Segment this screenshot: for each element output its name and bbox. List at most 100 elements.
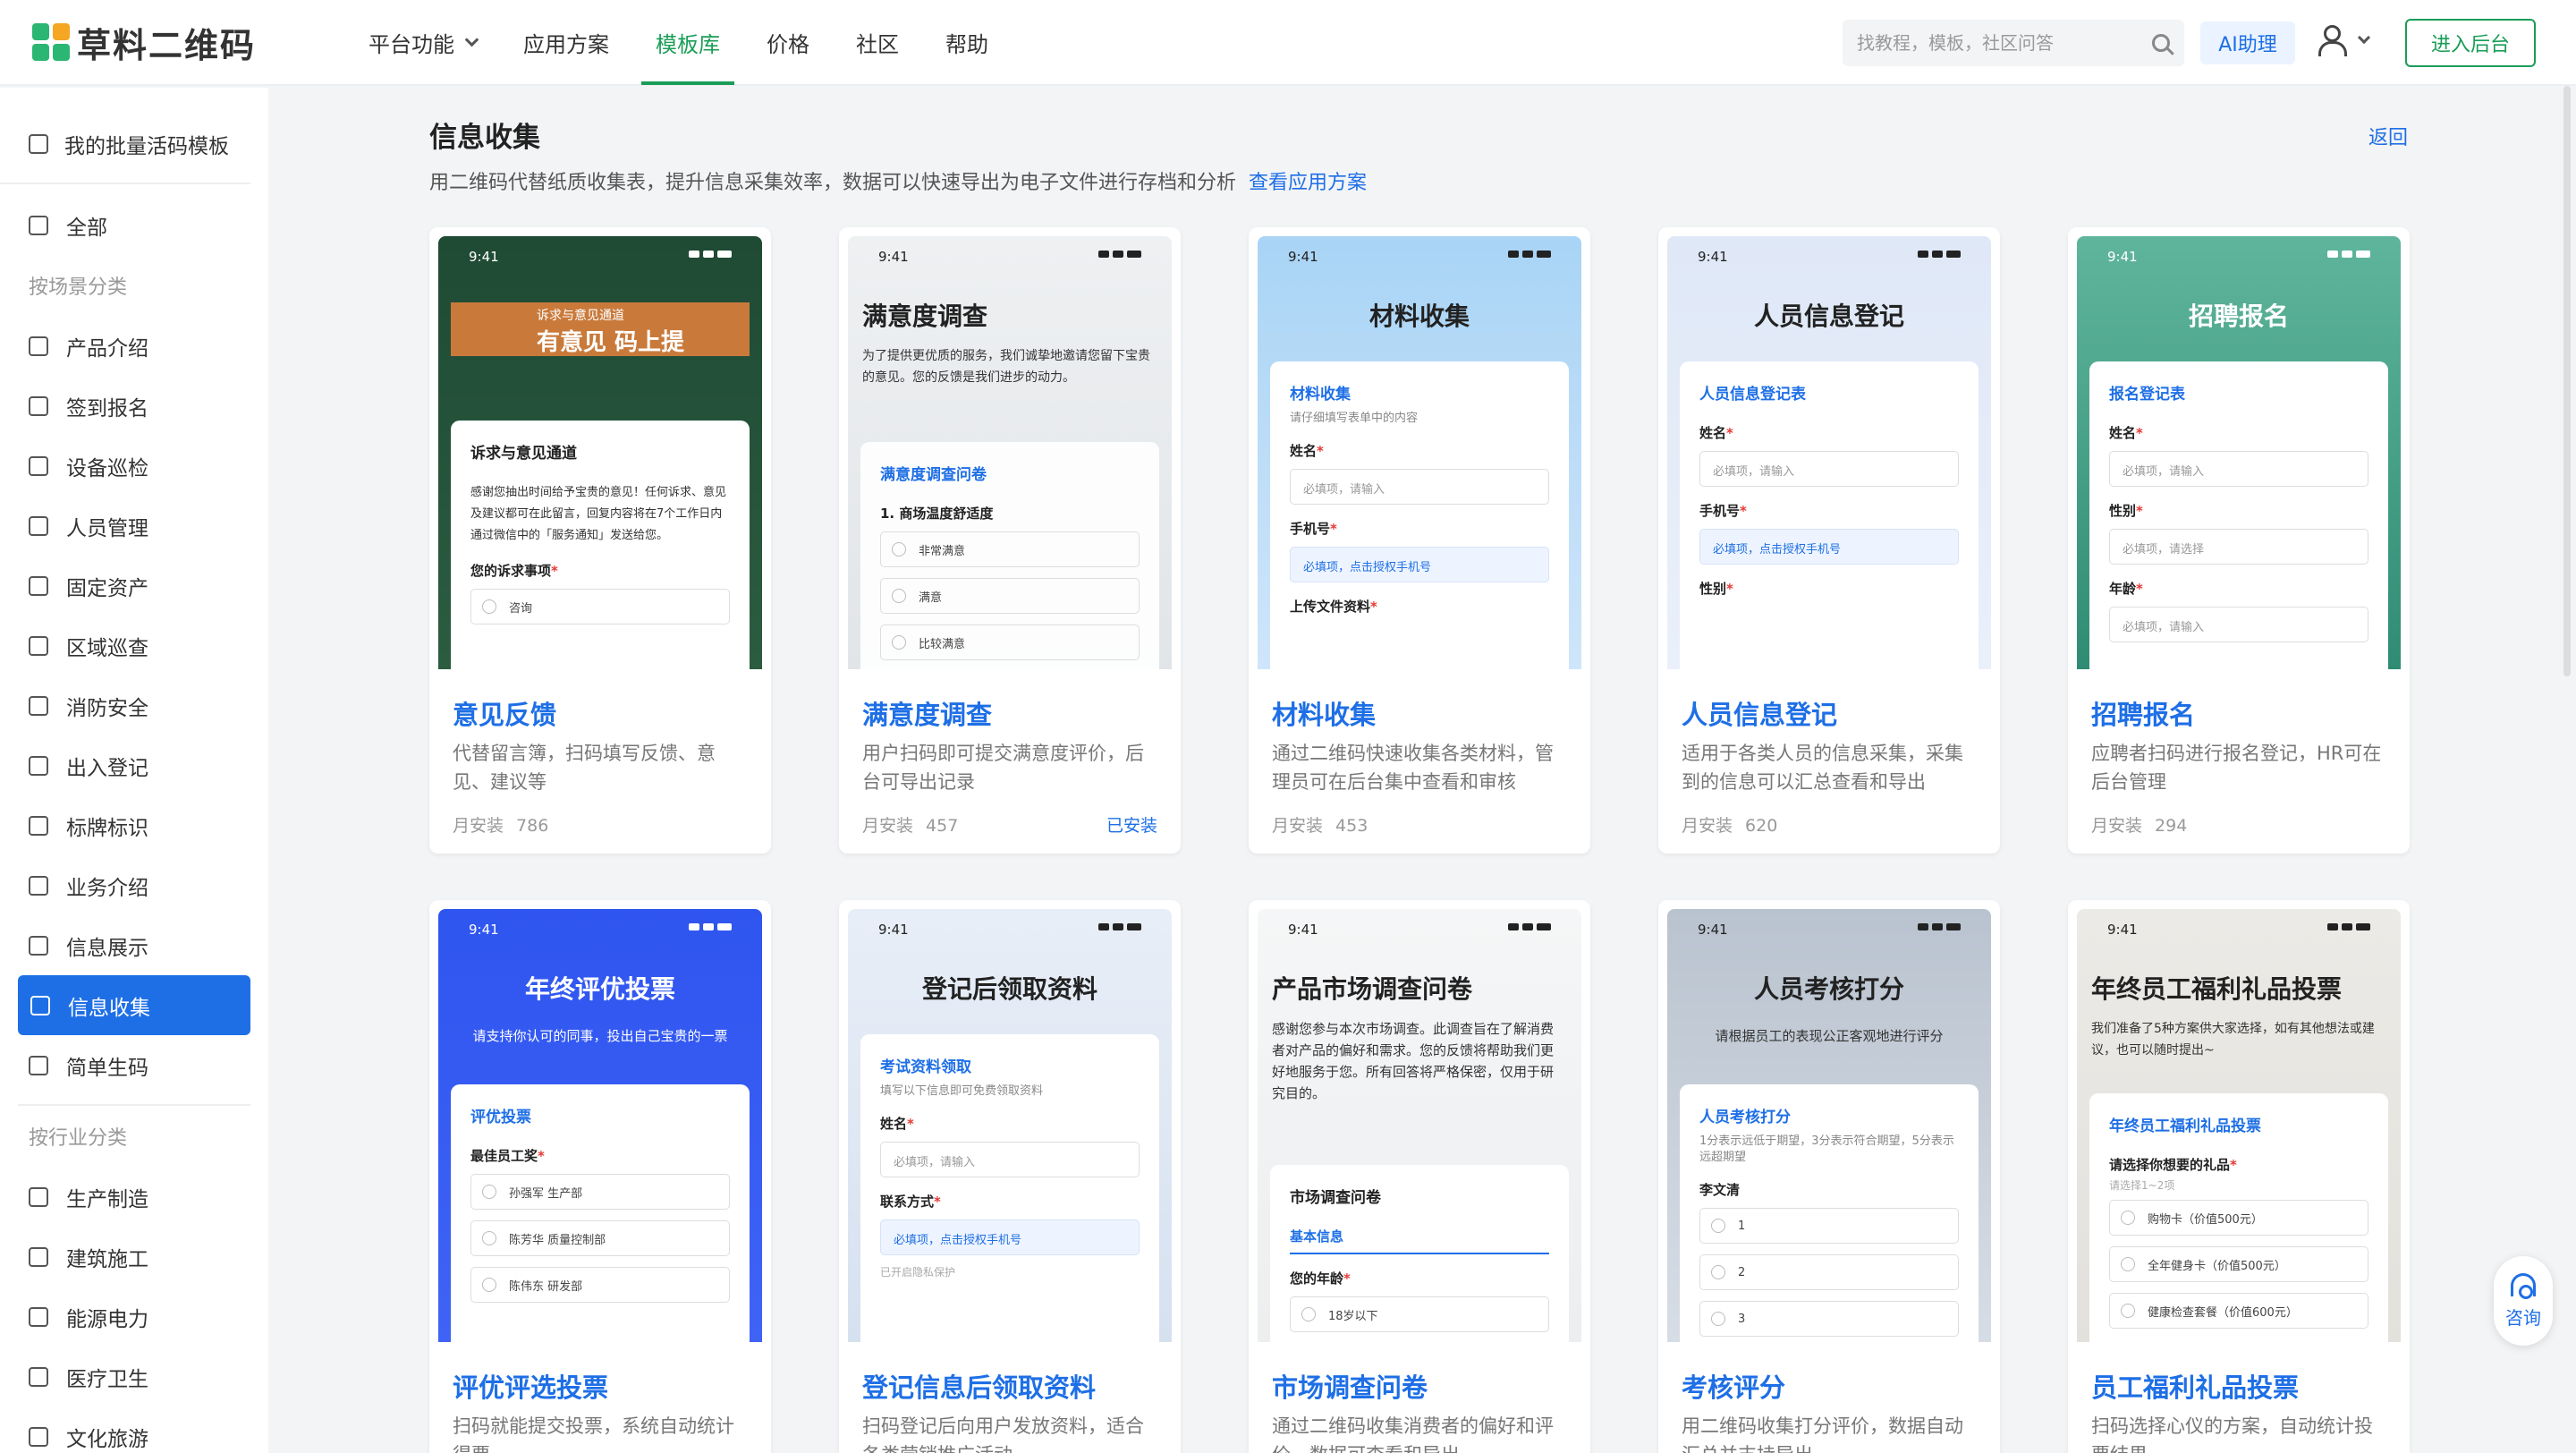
- category-icon: [29, 935, 48, 956]
- status-time: 9:41: [1288, 249, 1318, 265]
- template-card[interactable]: 9:41 年终员工福利礼品投票 我们准备了5种方案供大家选择，如有其他想法或建议，也…: [2068, 900, 2410, 1453]
- template-card[interactable]: 9:41 产品市场调查问卷 感谢您参与本次市场调查。此调查旨在了解消费者对产品的偏好…: [1249, 900, 1590, 1453]
- headset-icon: [2511, 1272, 2536, 1299]
- required-mark: *: [2136, 503, 2143, 519]
- form-field-label: 请选择你想要的礼品*: [2109, 1155, 2368, 1174]
- nav-template-library[interactable]: 模板库: [632, 0, 743, 85]
- template-card[interactable]: 9:41 材料收集 材料收集 请仔细填写表单中的内容 姓名* 必填项，请输入 手机号* 必填项…: [1249, 227, 1590, 854]
- phone-status-bar: 9:41: [1667, 236, 1991, 272]
- back-link[interactable]: 返回: [2368, 122, 2408, 150]
- option-text: 比较满意: [919, 637, 966, 651]
- nav-label: 平台功能: [369, 31, 454, 57]
- form-field-label: 姓名*: [1290, 441, 1549, 460]
- sidebar-item[interactable]: 区域巡查: [0, 616, 268, 676]
- install-label: 月安装: [2091, 816, 2143, 836]
- sidebar-item[interactable]: 业务介绍: [0, 855, 268, 915]
- sidebar-item[interactable]: 能源电力: [0, 1287, 268, 1347]
- option-text: 1: [1738, 1219, 1746, 1233]
- sidebar-item[interactable]: 产品介绍: [0, 316, 268, 376]
- enter-dashboard-button[interactable]: 进入后台: [2405, 19, 2536, 67]
- nav-pricing[interactable]: 价格: [743, 0, 833, 85]
- status-time: 9:41: [2107, 249, 2138, 265]
- template-name[interactable]: 员工福利礼品投票: [2091, 1367, 2299, 1405]
- field-hint: 请选择1~2项: [2109, 1179, 2175, 1192]
- ai-assistant-button[interactable]: AI助理: [2200, 21, 2295, 64]
- sidebar-item[interactable]: 文化旅游: [0, 1406, 268, 1453]
- install-count: 月安装 457: [862, 812, 958, 837]
- view-solution-link[interactable]: 查看应用方案: [1249, 172, 1367, 194]
- template-card[interactable]: 9:41 年终评优投票 请支持你认可的同事，投出自己宝贵的一票 评优投票 最佳员工奖* 孙…: [429, 900, 771, 1453]
- category-icon: [29, 455, 48, 476]
- form-field-label: 姓名*: [1699, 423, 1959, 442]
- sidebar-item[interactable]: 信息收集: [18, 975, 250, 1035]
- form-field-label: 年龄*: [2109, 579, 2368, 598]
- signal-battery-icon: [689, 922, 732, 932]
- template-name[interactable]: 招聘报名: [2091, 694, 2195, 732]
- sidebar-item[interactable]: 标牌标识: [0, 795, 268, 855]
- sidebar-item[interactable]: 人员管理: [0, 496, 268, 556]
- sidebar-item-my-batch-templates[interactable]: 我的批量活码模板: [0, 106, 250, 184]
- template-name[interactable]: 登记信息后领取资料: [862, 1367, 1096, 1405]
- consult-button[interactable]: 咨询: [2494, 1256, 2553, 1346]
- required-mark: *: [1740, 503, 1747, 519]
- template-name[interactable]: 评优评选投票: [453, 1367, 608, 1405]
- sidebar-item-label: 人员管理: [66, 516, 148, 540]
- nav-solutions[interactable]: 应用方案: [500, 0, 632, 85]
- phone-status-bar: 9:41: [848, 909, 1172, 945]
- sidebar-item[interactable]: 消防安全: [0, 676, 268, 735]
- sidebar-item[interactable]: 信息展示: [0, 915, 268, 975]
- template-name[interactable]: 考核评分: [1682, 1367, 1785, 1405]
- sidebar-item[interactable]: 设备巡检: [0, 436, 268, 496]
- user-menu[interactable]: [2317, 25, 2371, 56]
- sidebar-item[interactable]: 固定资产: [0, 556, 268, 616]
- option-text: 18岁以下: [1328, 1309, 1378, 1323]
- category-icon: [29, 815, 48, 836]
- sidebar-item[interactable]: 简单生码: [0, 1035, 268, 1095]
- template-card[interactable]: 9:41 招聘报名 报名登记表 姓名* 必填项，请输入 性别* 必填项，请选择 年龄* 必填项，…: [2068, 227, 2410, 854]
- sidebar-item[interactable]: 建筑施工: [0, 1227, 268, 1287]
- form-field-label: 1. 商场温度舒适度: [880, 504, 1140, 523]
- page-scrollbar[interactable]: [2563, 86, 2571, 676]
- nav-help[interactable]: 帮助: [922, 0, 1012, 85]
- template-preview: 9:41 诉求与意见通道 有意见 码上提 诉求与意见通道 感谢您抽出时间给予宝贵的意见！…: [438, 236, 762, 669]
- search-icon[interactable]: [2152, 34, 2170, 52]
- template-name[interactable]: 市场调查问卷: [1272, 1367, 1428, 1405]
- form-input: 必填项，请输入: [880, 1142, 1140, 1177]
- field-label-text: 请选择你想要的礼品: [2109, 1157, 2231, 1173]
- template-name[interactable]: 人员信息登记: [1682, 694, 1837, 732]
- install-count: 月安装 620: [1682, 812, 1777, 837]
- option-text: 购物卡（价值500元）: [2148, 1212, 2263, 1227]
- search-input[interactable]: [1857, 32, 2152, 54]
- template-card[interactable]: 9:41 人员信息登记 人员信息登记表 姓名* 必填项，请输入 手机号* 必填项，点击授权手…: [1658, 227, 2000, 854]
- chevron-down-icon: [464, 32, 479, 47]
- sidebar-item[interactable]: 出入登记: [0, 735, 268, 795]
- nav-platform-features[interactable]: 平台功能: [345, 0, 500, 85]
- template-name[interactable]: 满意度调查: [862, 694, 992, 732]
- template-name[interactable]: 意见反馈: [453, 694, 556, 732]
- form-option: 3: [1699, 1301, 1959, 1337]
- sidebar-item[interactable]: 医疗卫生: [0, 1347, 268, 1406]
- required-mark: *: [1343, 1270, 1351, 1287]
- sidebar-item-label: 生产制造: [66, 1187, 148, 1211]
- template-card[interactable]: 9:41 人员考核打分 请根据员工的表现公正客观地进行评分 人员考核打分 1分表示远低于…: [1658, 900, 2000, 1453]
- sidebar-item-all[interactable]: 全部: [0, 195, 268, 255]
- required-mark: *: [2136, 425, 2143, 441]
- option-text: 健康检查套餐（价值600元）: [2148, 1305, 2298, 1320]
- sidebar-item[interactable]: 签到报名: [0, 376, 268, 436]
- template-name[interactable]: 材料收集: [1272, 694, 1376, 732]
- install-label: 月安装: [1272, 816, 1324, 836]
- radio-icon: [482, 1231, 496, 1245]
- field-label-text: 联系方式: [880, 1194, 935, 1210]
- banner-title: 有意见 码上提: [537, 329, 685, 356]
- nav-community[interactable]: 社区: [833, 0, 922, 85]
- template-card[interactable]: 9:41 诉求与意见通道 有意见 码上提 诉求与意见通道 感谢您抽出时间给予宝贵的意见！…: [429, 227, 771, 854]
- template-card[interactable]: 9:41 登记后领取资料 考试资料领取 填写以下信息即可免费领取资料 姓名* 必填项，请输…: [839, 900, 1181, 1453]
- required-mark: *: [907, 1116, 914, 1132]
- brand-logo[interactable]: 草料二维码: [32, 18, 301, 67]
- sidebar-item[interactable]: 生产制造: [0, 1167, 268, 1227]
- bookmark-icon: [29, 215, 48, 235]
- required-mark: *: [1370, 599, 1377, 615]
- template-card[interactable]: 9:41 满意度调查 为了提供更优质的服务，我们诚挚地邀请您留下宝贵的意见。您的反馈…: [839, 227, 1181, 854]
- category-icon: [29, 575, 48, 596]
- category-icon: [29, 755, 48, 776]
